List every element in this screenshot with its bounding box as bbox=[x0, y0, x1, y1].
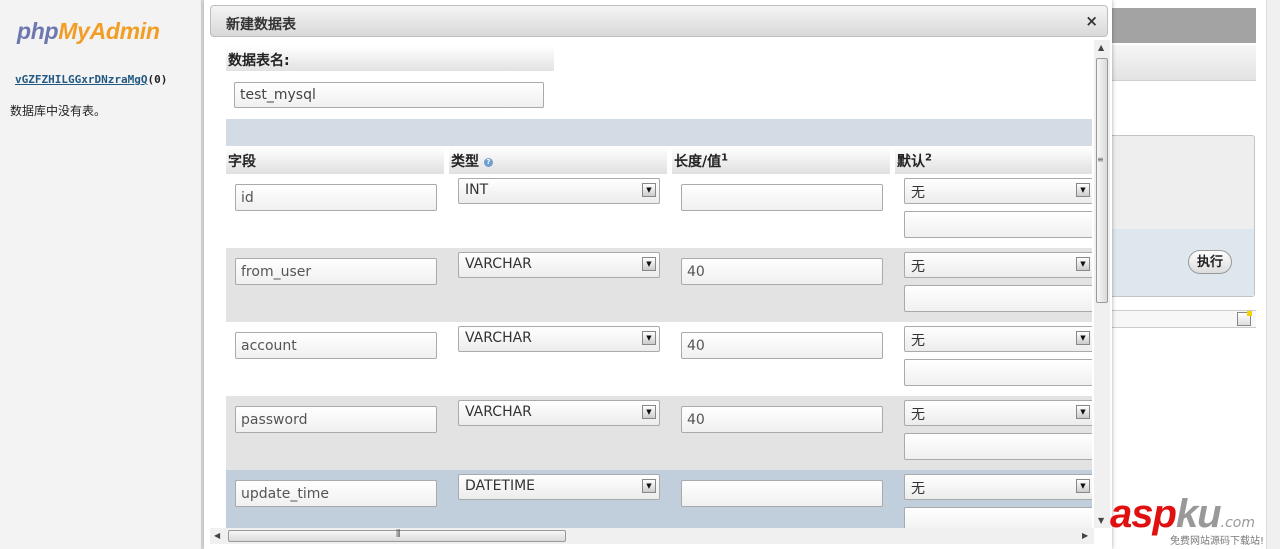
default-value-input[interactable] bbox=[904, 433, 1092, 460]
close-icon[interactable]: × bbox=[1085, 12, 1098, 30]
column-header-type: 类型? bbox=[449, 147, 667, 174]
default-select[interactable]: 无 ▼ bbox=[904, 474, 1092, 500]
default-value-input[interactable] bbox=[904, 507, 1092, 528]
watermark: aspku.com 免费网站源码下载站! bbox=[1110, 492, 1265, 547]
field-name-input[interactable]: update_time bbox=[235, 480, 437, 507]
type-select[interactable]: DATETIME ▼ bbox=[458, 474, 660, 500]
default-select[interactable]: 无 ▼ bbox=[904, 400, 1092, 426]
table-row: from_user VARCHAR ▼ 40 无 ▼ bbox=[226, 248, 1092, 322]
scroll-down-icon[interactable]: ▼ bbox=[1098, 516, 1104, 525]
length-input[interactable] bbox=[681, 184, 883, 211]
type-select[interactable]: VARCHAR ▼ bbox=[458, 326, 660, 352]
vertical-scroll-thumb[interactable] bbox=[1096, 58, 1108, 303]
field-name-input[interactable]: from_user bbox=[235, 258, 437, 285]
dialog-vertical-scrollbar[interactable]: ▲ ≡ ▼ bbox=[1094, 40, 1110, 528]
field-name-input[interactable]: id bbox=[235, 184, 437, 211]
chevron-down-icon: ▼ bbox=[642, 479, 656, 493]
chevron-down-icon: ▼ bbox=[1076, 331, 1090, 345]
chevron-down-icon: ▼ bbox=[1076, 183, 1090, 197]
default-value-input[interactable] bbox=[904, 211, 1092, 238]
table-row: account VARCHAR ▼ 40 无 ▼ bbox=[226, 322, 1092, 396]
type-select[interactable]: VARCHAR ▼ bbox=[458, 400, 660, 426]
default-select[interactable]: 无 ▼ bbox=[904, 178, 1092, 204]
dialog-content: 数据表名: test_mysql 字段 类型? 长度/值1 默认2 id INT… bbox=[224, 40, 1092, 528]
length-input[interactable]: 40 bbox=[681, 406, 883, 433]
scroll-right-icon[interactable]: ▶ bbox=[1082, 531, 1088, 540]
table-name-label: 数据表名: bbox=[226, 46, 554, 71]
database-table-count: (0) bbox=[147, 73, 168, 86]
default-select[interactable]: 无 ▼ bbox=[904, 326, 1092, 352]
database-entry: vGZFZHILGGxrDNzraMgQ(0) bbox=[15, 73, 167, 86]
navigation-panel: phpMyAdmin vGZFZHILGGxrDNzraMgQ(0) 数据库中没… bbox=[0, 0, 201, 549]
scroll-up-icon[interactable]: ▲ bbox=[1098, 43, 1104, 52]
background-tab-bar bbox=[1090, 8, 1256, 43]
chevron-down-icon: ▼ bbox=[642, 331, 656, 345]
length-input[interactable]: 40 bbox=[681, 332, 883, 359]
background-toolbar bbox=[1090, 45, 1256, 81]
dialog-titlebar[interactable]: 新建数据表 × bbox=[210, 5, 1108, 37]
no-tables-message: 数据库中没有表。 bbox=[10, 104, 107, 118]
column-header-length: 长度/值1 bbox=[672, 147, 890, 174]
grip-icon: ⦀ bbox=[396, 529, 401, 540]
database-link[interactable]: vGZFZHILGGxrDNzraMgQ bbox=[15, 73, 147, 86]
execute-button[interactable]: 执行 bbox=[1188, 250, 1232, 274]
default-value-input[interactable] bbox=[904, 285, 1092, 312]
console-toggle-icon[interactable] bbox=[1237, 311, 1252, 326]
length-input[interactable]: 40 bbox=[681, 258, 883, 285]
chevron-down-icon: ▼ bbox=[642, 405, 656, 419]
chevron-down-icon: ▼ bbox=[642, 183, 656, 197]
dialog-title: 新建数据表 bbox=[226, 17, 296, 33]
field-name-input[interactable]: password bbox=[235, 406, 437, 433]
chevron-down-icon: ▼ bbox=[1076, 257, 1090, 271]
length-input[interactable] bbox=[681, 480, 883, 507]
table-options-bar bbox=[226, 119, 1092, 146]
table-row: update_time DATETIME ▼ 无 ▼ bbox=[226, 470, 1092, 528]
type-select[interactable]: INT ▼ bbox=[458, 178, 660, 204]
chevron-down-icon: ▼ bbox=[642, 257, 656, 271]
table-row: id INT ▼ 无 ▼ bbox=[226, 174, 1092, 248]
watermark-subtitle: 免费网站源码下载站! bbox=[1170, 532, 1265, 547]
chevron-down-icon: ▼ bbox=[1076, 479, 1090, 493]
dialog-horizontal-scrollbar[interactable]: ◀ ⦀ ▶ bbox=[210, 528, 1094, 544]
field-name-input[interactable]: account bbox=[235, 332, 437, 359]
help-icon[interactable]: ? bbox=[484, 157, 493, 167]
grip-icon: ≡ bbox=[1097, 155, 1104, 164]
table-row: password VARCHAR ▼ 40 无 ▼ bbox=[226, 396, 1092, 470]
chevron-down-icon: ▼ bbox=[1076, 405, 1090, 419]
column-header-field: 字段 bbox=[226, 147, 444, 174]
phpmyadmin-logo[interactable]: phpMyAdmin bbox=[17, 18, 160, 45]
table-name-input[interactable]: test_mysql bbox=[234, 82, 544, 108]
create-table-dialog: 新建数据表 × 数据表名: test_mysql 字段 类型? 长度/值1 默认… bbox=[204, 0, 1112, 549]
default-select[interactable]: 无 ▼ bbox=[904, 252, 1092, 278]
type-select[interactable]: VARCHAR ▼ bbox=[458, 252, 660, 278]
page-scrollbar[interactable] bbox=[1266, 0, 1280, 549]
background-fieldset bbox=[1090, 135, 1255, 297]
background-console-bar bbox=[1090, 310, 1256, 328]
scroll-left-icon[interactable]: ◀ bbox=[214, 531, 220, 540]
default-value-input[interactable] bbox=[904, 359, 1092, 386]
column-header-default: 默认2 bbox=[895, 147, 1092, 174]
